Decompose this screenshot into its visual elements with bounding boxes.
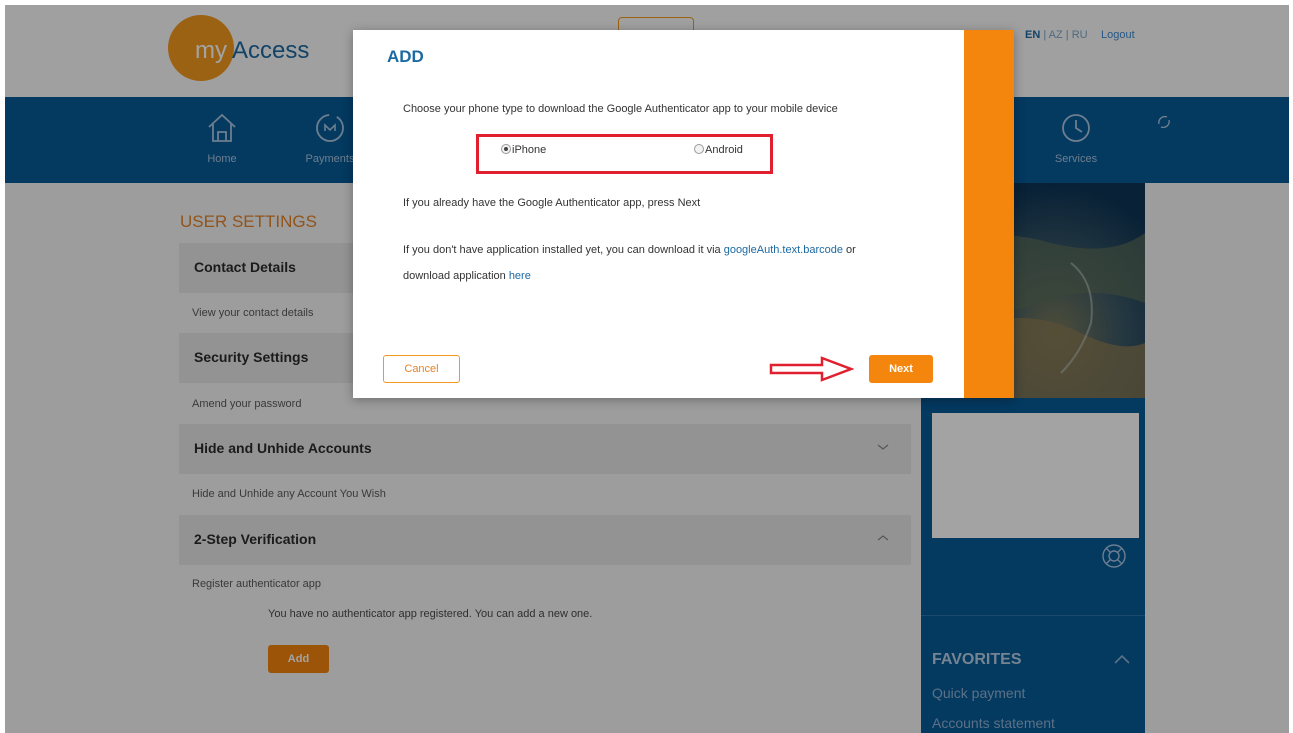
radio-dot-selected[interactable] bbox=[501, 144, 511, 154]
barcode-link[interactable]: googleAuth.text.barcode bbox=[724, 244, 843, 256]
cancel-button[interactable]: Cancel bbox=[383, 355, 460, 383]
radio-label-android: Android bbox=[705, 144, 743, 156]
radio-label-iphone: iPhone bbox=[512, 144, 547, 156]
arrow-right-icon bbox=[769, 356, 854, 382]
here-link[interactable]: here bbox=[509, 270, 531, 282]
download-text-line1: If you don't have application installed … bbox=[403, 244, 856, 256]
next-button[interactable]: Next bbox=[869, 355, 933, 383]
download-text-line2: download application here bbox=[403, 270, 531, 282]
page: my Access EN | AZ | RU Logout Home Payme… bbox=[5, 5, 1289, 733]
radio-android[interactable]: Android bbox=[694, 144, 743, 156]
already-have-text: If you already have the Google Authentic… bbox=[403, 197, 701, 209]
modal-accent-stripe bbox=[964, 30, 1014, 398]
add-authenticator-dialog: ADD Choose your phone type to download t… bbox=[353, 30, 1014, 398]
radio-iphone[interactable]: iPhone bbox=[501, 144, 546, 156]
download-application-text: download application bbox=[403, 270, 506, 282]
radio-dot[interactable] bbox=[694, 144, 704, 154]
download-text: If you don't have application installed … bbox=[403, 244, 721, 256]
modal-title: ADD bbox=[387, 47, 424, 66]
choose-phone-text: Choose your phone type to download the G… bbox=[403, 103, 838, 115]
download-text-or: or bbox=[846, 244, 856, 256]
